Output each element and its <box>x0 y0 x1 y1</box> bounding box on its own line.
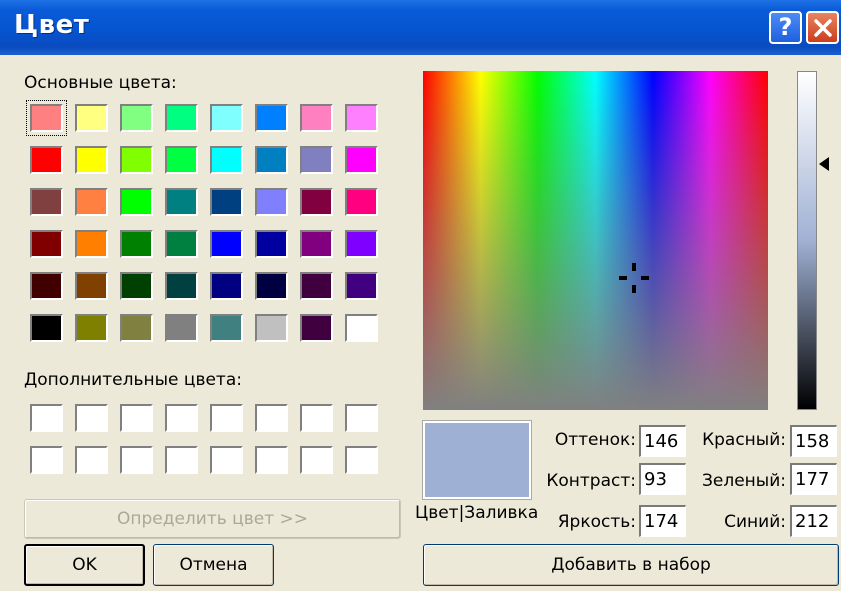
window-title: Цвет <box>14 10 90 40</box>
basic-color-swatch[interactable] <box>165 230 198 258</box>
basic-color-swatch[interactable] <box>165 146 198 174</box>
cancel-button[interactable]: Отмена <box>153 544 274 586</box>
luminance-field[interactable]: 174 <box>639 505 686 537</box>
basic-color-swatch[interactable] <box>300 104 333 132</box>
saturation-label: Контраст: <box>546 471 636 491</box>
basic-color-swatch[interactable] <box>345 230 378 258</box>
basic-color-swatch[interactable] <box>120 146 153 174</box>
basic-color-swatch[interactable] <box>255 272 288 300</box>
ok-button[interactable]: OK <box>24 544 145 586</box>
red-label: Красный: <box>702 430 786 450</box>
basic-color-swatch[interactable] <box>255 230 288 258</box>
basic-color-swatch[interactable] <box>210 272 243 300</box>
basic-color-swatch[interactable] <box>120 272 153 300</box>
basic-color-swatch[interactable] <box>75 314 108 342</box>
basic-color-swatch[interactable] <box>75 146 108 174</box>
custom-color-swatch[interactable] <box>210 446 243 474</box>
basic-color-swatch[interactable] <box>255 146 288 174</box>
green-field[interactable]: 177 <box>790 463 837 495</box>
close-button[interactable] <box>806 11 839 44</box>
basic-color-swatch[interactable] <box>30 272 63 300</box>
basic-color-swatch[interactable] <box>30 314 63 342</box>
basic-color-swatch[interactable] <box>75 230 108 258</box>
basic-color-swatch[interactable] <box>345 104 378 132</box>
hue-label: Оттенок: <box>554 430 636 450</box>
basic-colors-label: Основные цвета: <box>24 73 177 93</box>
basic-color-swatch[interactable] <box>300 188 333 216</box>
custom-color-swatch[interactable] <box>345 404 378 432</box>
basic-color-swatch[interactable] <box>300 146 333 174</box>
custom-color-swatch[interactable] <box>255 404 288 432</box>
basic-color-swatch[interactable] <box>255 314 288 342</box>
custom-color-swatch[interactable] <box>75 446 108 474</box>
custom-color-swatch[interactable] <box>75 404 108 432</box>
luminance-label: Яркость: <box>557 512 636 532</box>
luminance-slider[interactable] <box>797 71 817 410</box>
blue-field[interactable]: 212 <box>790 505 837 537</box>
basic-color-swatch[interactable] <box>120 314 153 342</box>
basic-color-swatch[interactable] <box>120 188 153 216</box>
basic-color-swatch[interactable] <box>345 188 378 216</box>
basic-color-swatch[interactable] <box>210 188 243 216</box>
basic-color-swatch[interactable] <box>300 230 333 258</box>
saturation-field[interactable]: 93 <box>639 463 686 495</box>
basic-color-swatch[interactable] <box>300 314 333 342</box>
custom-colors-label: Дополнительные цвета: <box>24 370 242 390</box>
basic-color-swatch[interactable] <box>345 314 378 342</box>
hue-field[interactable]: 146 <box>639 425 686 457</box>
basic-color-swatch[interactable] <box>255 104 288 132</box>
custom-color-swatch[interactable] <box>210 404 243 432</box>
basic-color-swatch[interactable] <box>26 100 67 136</box>
color-spectrum[interactable] <box>423 71 768 410</box>
basic-color-swatch[interactable] <box>210 104 243 132</box>
basic-color-swatch[interactable] <box>120 104 153 132</box>
basic-color-swatch[interactable] <box>30 230 63 258</box>
basic-color-swatch[interactable] <box>345 272 378 300</box>
basic-color-swatch[interactable] <box>30 146 63 174</box>
custom-color-swatch[interactable] <box>300 404 333 432</box>
basic-color-swatch[interactable] <box>210 146 243 174</box>
basic-color-swatch[interactable] <box>30 188 63 216</box>
green-label: Зеленый: <box>702 471 786 491</box>
add-to-custom-colors-button[interactable]: Добавить в набор <box>423 544 839 586</box>
basic-color-swatch[interactable] <box>210 314 243 342</box>
basic-color-swatch[interactable] <box>345 146 378 174</box>
custom-color-swatch[interactable] <box>30 446 63 474</box>
red-field[interactable]: 158 <box>790 425 837 457</box>
color-dialog: Цвет ? Основные цвета: Дополнительные цв… <box>0 0 841 591</box>
crosshair-icon <box>619 263 649 293</box>
custom-color-swatch[interactable] <box>165 404 198 432</box>
basic-color-swatch[interactable] <box>165 104 198 132</box>
help-button[interactable]: ? <box>769 11 802 44</box>
preview-label: Цвет|Заливка <box>415 503 539 523</box>
luminance-arrow-icon[interactable] <box>819 157 829 171</box>
basic-color-swatch[interactable] <box>75 104 108 132</box>
custom-color-swatch[interactable] <box>120 404 153 432</box>
basic-color-swatch[interactable] <box>165 272 198 300</box>
basic-color-swatch[interactable] <box>165 314 198 342</box>
basic-color-swatch[interactable] <box>75 272 108 300</box>
basic-color-swatch[interactable] <box>165 188 198 216</box>
basic-color-swatch[interactable] <box>75 188 108 216</box>
custom-color-swatch[interactable] <box>255 446 288 474</box>
color-preview <box>422 420 532 500</box>
custom-color-swatch[interactable] <box>345 446 378 474</box>
custom-color-swatch[interactable] <box>120 446 153 474</box>
close-icon <box>814 19 832 37</box>
define-custom-colors-button[interactable]: Определить цвет >> <box>24 499 401 539</box>
custom-color-swatch[interactable] <box>30 404 63 432</box>
blue-label: Синий: <box>724 512 786 532</box>
custom-color-swatch[interactable] <box>165 446 198 474</box>
basic-color-swatch[interactable] <box>120 230 153 258</box>
custom-color-swatch[interactable] <box>300 446 333 474</box>
basic-color-swatch[interactable] <box>300 272 333 300</box>
title-bar[interactable]: Цвет ? <box>0 0 841 55</box>
basic-color-swatch[interactable] <box>255 188 288 216</box>
basic-color-swatch[interactable] <box>210 230 243 258</box>
